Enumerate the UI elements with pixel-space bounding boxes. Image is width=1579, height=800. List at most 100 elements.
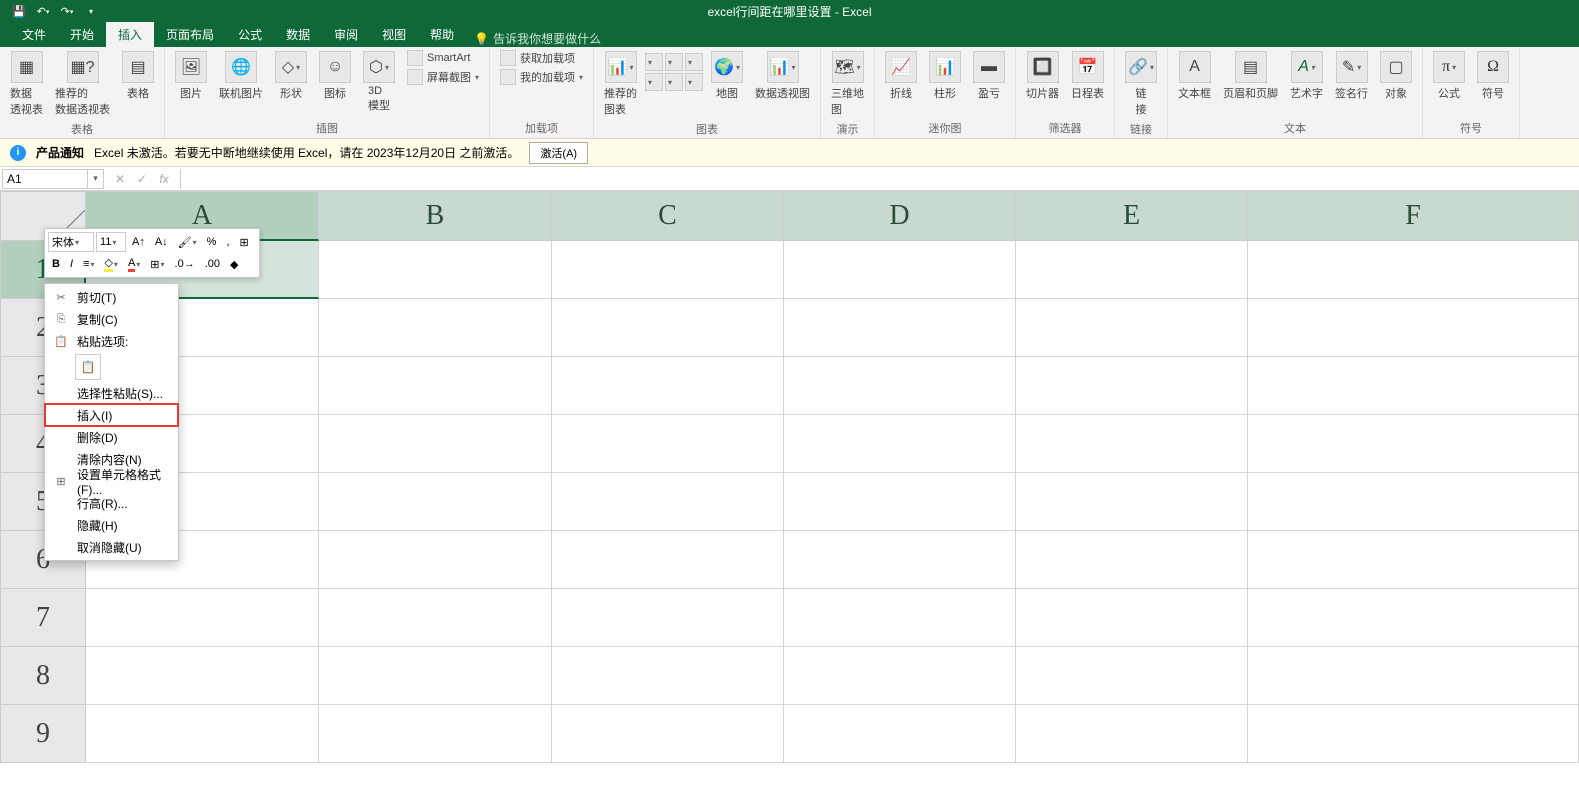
cell-b7[interactable]: [319, 589, 552, 647]
symbol-button[interactable]: Ω符号: [1473, 49, 1513, 115]
tab-pagelayout[interactable]: 页面布局: [154, 22, 226, 47]
cell-b8[interactable]: [319, 647, 552, 705]
cell-e4[interactable]: [1016, 415, 1248, 473]
tab-home[interactable]: 开始: [58, 22, 106, 47]
cell-d4[interactable]: [784, 415, 1016, 473]
cell-b3[interactable]: [319, 357, 552, 415]
mini-italic-button[interactable]: I: [66, 254, 77, 274]
maps-button[interactable]: 🌍地图: [707, 49, 747, 115]
pie-chart-button[interactable]: [685, 53, 703, 71]
cell-f9[interactable]: [1248, 705, 1579, 763]
tell-me-search[interactable]: 💡 告诉我你想要做什么: [466, 30, 601, 47]
cell-b6[interactable]: [319, 531, 552, 589]
bar-chart-button[interactable]: [645, 73, 663, 91]
tab-view[interactable]: 视图: [370, 22, 418, 47]
row-header-7[interactable]: 7: [0, 589, 86, 647]
activate-button[interactable]: 激活(A): [529, 142, 588, 164]
my-addins-button[interactable]: 我的加载项▾: [496, 68, 587, 86]
mini-bold-button[interactable]: B: [48, 254, 64, 274]
cell-d2[interactable]: [784, 299, 1016, 357]
column-chart-button[interactable]: [645, 53, 663, 71]
mini-font-color-button[interactable]: A▾: [124, 254, 144, 274]
cell-d8[interactable]: [784, 647, 1016, 705]
mini-increase-font-button[interactable]: A↑: [128, 232, 149, 252]
cell-d9[interactable]: [784, 705, 1016, 763]
cell-c4[interactable]: [552, 415, 784, 473]
textbox-button[interactable]: A文本框: [1174, 49, 1215, 115]
cell-e9[interactable]: [1016, 705, 1248, 763]
screenshot-button[interactable]: 屏幕截图▾: [403, 68, 483, 86]
tab-formulas[interactable]: 公式: [226, 22, 274, 47]
menu-format-cells[interactable]: ⊞设置单元格格式(F)...: [45, 470, 178, 492]
timeline-button[interactable]: 📅日程表: [1067, 49, 1108, 115]
mini-font-select[interactable]: 宋体▾: [48, 232, 94, 252]
slicer-button[interactable]: 🔲切片器: [1022, 49, 1063, 115]
menu-delete[interactable]: 删除(D): [45, 426, 178, 448]
scatter-chart-button[interactable]: [685, 73, 703, 91]
name-box[interactable]: A1: [2, 169, 88, 189]
cell-e2[interactable]: [1016, 299, 1248, 357]
cell-d5[interactable]: [784, 473, 1016, 531]
get-addins-button[interactable]: 获取加载项: [496, 49, 587, 67]
column-header-b[interactable]: B: [319, 191, 552, 241]
cell-c8[interactable]: [552, 647, 784, 705]
sparkline-line-button[interactable]: 📈折线: [881, 49, 921, 115]
paste-default-button[interactable]: 📋: [75, 354, 101, 380]
menu-hide[interactable]: 隐藏(H): [45, 514, 178, 536]
save-icon[interactable]: 💾: [8, 2, 30, 22]
tab-file[interactable]: 文件: [10, 22, 58, 47]
3d-models-button[interactable]: ⬡3D 模型: [359, 49, 399, 115]
cell-d1[interactable]: [784, 241, 1016, 299]
shapes-button[interactable]: ◇形状: [271, 49, 311, 115]
online-pictures-button[interactable]: 🌐联机图片: [215, 49, 267, 115]
cell-e7[interactable]: [1016, 589, 1248, 647]
column-header-e[interactable]: E: [1016, 191, 1248, 241]
menu-row-height[interactable]: 行高(R)...: [45, 492, 178, 514]
cell-c7[interactable]: [552, 589, 784, 647]
sparkline-column-button[interactable]: 📊柱形: [925, 49, 965, 115]
column-header-f[interactable]: F: [1248, 191, 1579, 241]
menu-insert[interactable]: 插入(I): [45, 404, 178, 426]
insert-function-button[interactable]: fx: [154, 169, 174, 189]
row-header-8[interactable]: 8: [0, 647, 86, 705]
pivot-table-button[interactable]: ▦数据 透视表: [6, 49, 47, 119]
tab-insert[interactable]: 插入: [106, 22, 154, 47]
cell-d6[interactable]: [784, 531, 1016, 589]
icons-button[interactable]: ☺图标: [315, 49, 355, 115]
area-chart-button[interactable]: [665, 73, 683, 91]
cell-f8[interactable]: [1248, 647, 1579, 705]
mini-fill-color-button[interactable]: ◇▾: [100, 254, 121, 274]
cell-f2[interactable]: [1248, 299, 1579, 357]
menu-cut[interactable]: ✂剪切(T): [45, 286, 178, 308]
cell-c6[interactable]: [552, 531, 784, 589]
header-footer-button[interactable]: ▤页眉和页脚: [1219, 49, 1282, 115]
cell-f5[interactable]: [1248, 473, 1579, 531]
cell-c5[interactable]: [552, 473, 784, 531]
menu-copy[interactable]: ⎘复制(C): [45, 308, 178, 330]
cell-b1[interactable]: [319, 241, 552, 299]
cell-e5[interactable]: [1016, 473, 1248, 531]
undo-button[interactable]: ↶▾: [32, 2, 54, 22]
mini-decrease-decimal-button[interactable]: .00: [201, 254, 224, 274]
mini-format-painter-button[interactable]: 🖌▾: [174, 232, 201, 252]
cell-e8[interactable]: [1016, 647, 1248, 705]
cancel-formula-button[interactable]: ✕: [110, 169, 130, 189]
tab-review[interactable]: 审阅: [322, 22, 370, 47]
cell-b5[interactable]: [319, 473, 552, 531]
cell-d7[interactable]: [784, 589, 1016, 647]
cell-b4[interactable]: [319, 415, 552, 473]
cell-c2[interactable]: [552, 299, 784, 357]
mini-merge-button[interactable]: ⊞: [236, 232, 253, 252]
mini-percent-button[interactable]: %: [203, 232, 221, 252]
link-button[interactable]: 🔗链 接: [1121, 49, 1161, 119]
object-button[interactable]: ▢对象: [1376, 49, 1416, 115]
mini-increase-decimal-button[interactable]: .0→: [171, 254, 199, 274]
equation-button[interactable]: π公式: [1429, 49, 1469, 115]
recommended-pivot-button[interactable]: ▦?推荐的 数据透视表: [51, 49, 114, 119]
mini-borders-button[interactable]: ⊞▾: [146, 254, 168, 274]
cell-e6[interactable]: [1016, 531, 1248, 589]
mini-size-select[interactable]: 11▾: [96, 232, 126, 252]
menu-paste-special[interactable]: 选择性粘贴(S)...: [45, 382, 178, 404]
cell-f6[interactable]: [1248, 531, 1579, 589]
line-chart-button[interactable]: [665, 53, 683, 71]
